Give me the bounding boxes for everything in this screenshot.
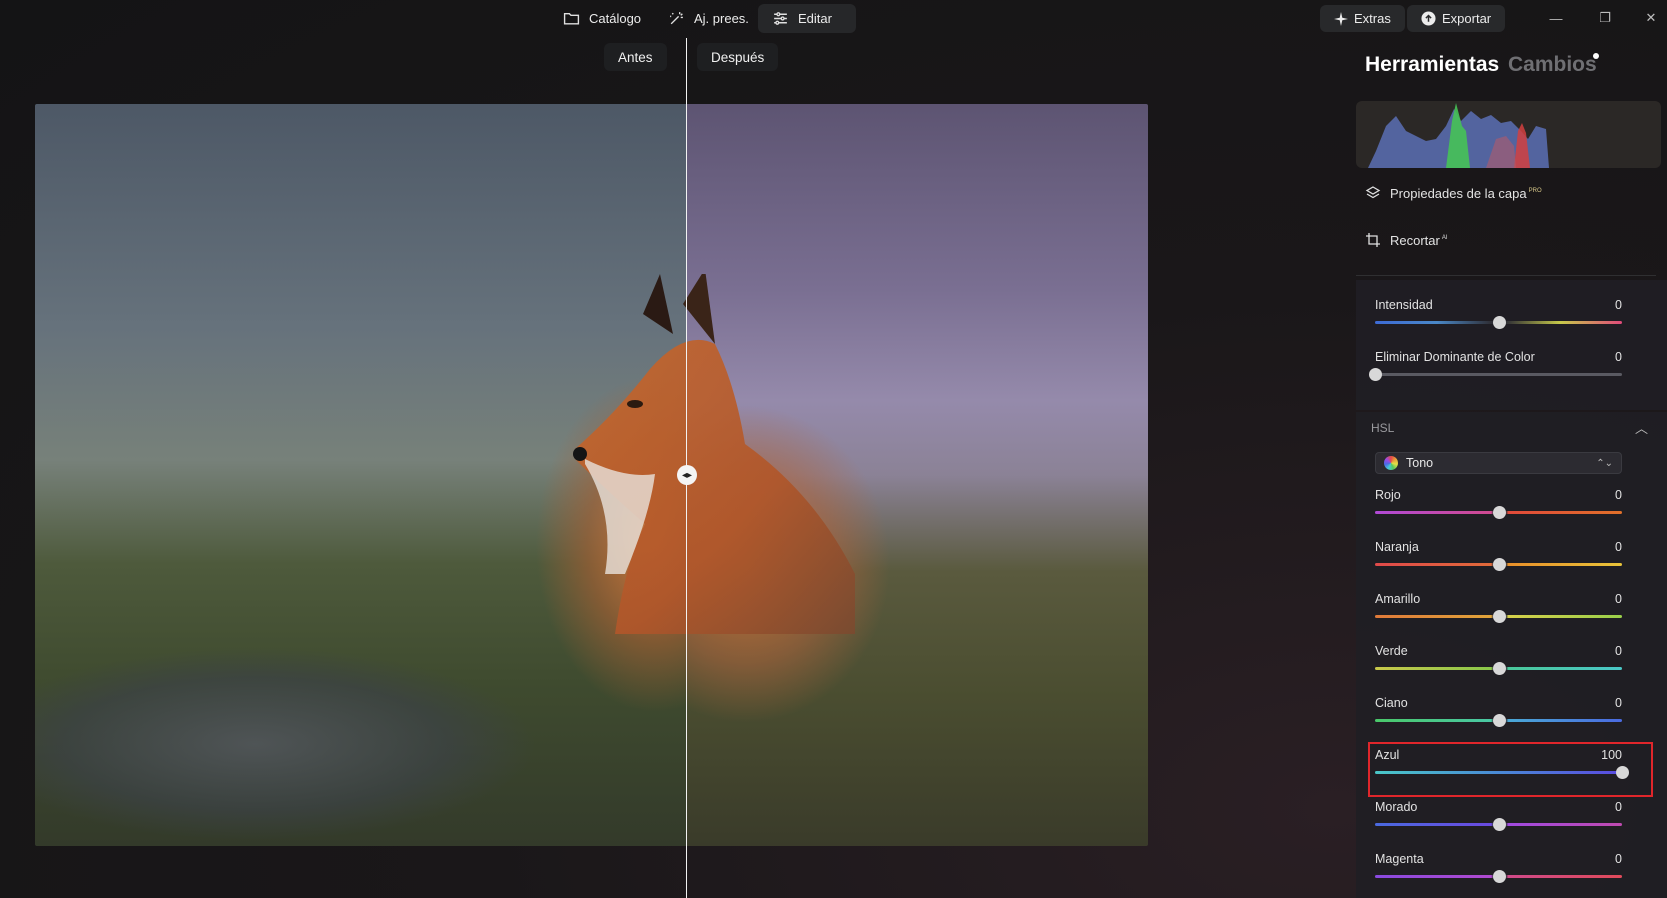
nav-catalog-label: Catálogo <box>589 11 642 26</box>
nav-presets-label: Aj. prees. <box>694 11 749 26</box>
slider-yellow[interactable]: Amarillo 0 <box>1375 592 1622 634</box>
photo-canvas[interactable] <box>35 104 1148 846</box>
slider-label: Azul <box>1375 748 1400 762</box>
slider-thumb[interactable] <box>1492 316 1506 329</box>
slider-thumb[interactable] <box>1492 506 1506 519</box>
sparkle-icon <box>1334 11 1348 26</box>
slider-label: Amarillo <box>1375 592 1421 606</box>
nav-catalog-button[interactable]: Catálogo <box>549 4 655 33</box>
slider-purple[interactable]: Morado 0 <box>1375 800 1622 842</box>
layer-properties-label: Propiedades de la capa PRO <box>1390 185 1542 201</box>
slider-intensity[interactable]: Intensidad 0 <box>1375 298 1622 340</box>
nav-edit-label: Editar <box>798 11 832 26</box>
tab-tools[interactable]: Herramientas <box>1365 53 1499 77</box>
fox-subject <box>573 274 855 634</box>
slider-value: 0 <box>1615 488 1622 502</box>
slider-label: Ciano <box>1375 696 1408 710</box>
slider-remove-color-cast[interactable]: Eliminar Dominante de Color 0 <box>1369 350 1622 392</box>
pro-badge: PRO <box>1528 188 1542 195</box>
sliders-icon <box>774 12 787 25</box>
slider-thumb[interactable] <box>1492 714 1506 727</box>
slider-thumb[interactable] <box>1369 368 1382 381</box>
slider-value: 0 <box>1615 592 1622 606</box>
slider-thumb[interactable] <box>1616 766 1629 779</box>
slider-label: Intensidad <box>1375 298 1433 312</box>
histogram <box>1356 101 1661 168</box>
magic-wand-icon <box>670 12 683 25</box>
slider-label: Rojo <box>1375 488 1401 502</box>
slider-red[interactable]: Rojo 0 <box>1375 488 1622 530</box>
slider-blue[interactable]: Azul 100 <box>1375 748 1629 790</box>
hsl-mode-value: Tono <box>1406 456 1434 470</box>
tools-panel: Herramientas Cambios Propiedades de la c… <box>1348 0 1667 898</box>
crop-item[interactable]: Recortar AI <box>1365 232 1448 248</box>
slider-label: Morado <box>1375 800 1418 814</box>
slider-magenta[interactable]: Magenta 0 <box>1375 852 1622 894</box>
slider-value: 0 <box>1615 540 1622 554</box>
color-wheel-icon <box>1384 456 1398 470</box>
before-label: Antes <box>604 43 667 71</box>
slider-thumb[interactable] <box>1492 558 1506 571</box>
folder-icon <box>563 13 580 25</box>
slider-thumb[interactable] <box>1492 662 1506 675</box>
slider-orange[interactable]: Naranja 0 <box>1375 540 1622 582</box>
slider-thumb[interactable] <box>1492 610 1506 623</box>
slider-label: Naranja <box>1375 540 1419 554</box>
hsl-mode-select[interactable]: Tono ⌃⌄ <box>1375 452 1622 474</box>
hsl-header[interactable]: HSL <box>1371 421 1394 435</box>
slider-value: 0 <box>1615 696 1622 710</box>
slider-value: 0 <box>1615 852 1622 866</box>
after-label: Después <box>697 43 779 71</box>
slider-label: Verde <box>1375 644 1408 658</box>
crop-label: Recortar AI <box>1390 232 1448 248</box>
slider-track[interactable] <box>1375 771 1622 774</box>
slider-thumb[interactable] <box>1492 870 1506 883</box>
slider-green[interactable]: Verde 0 <box>1375 644 1622 686</box>
slider-value: 0 <box>1615 350 1622 364</box>
ai-badge: AI <box>1441 235 1448 242</box>
slider-thumb[interactable] <box>1492 818 1506 831</box>
compare-handle-icon[interactable]: ◂▸ <box>677 465 697 485</box>
slider-value: 100 <box>1601 748 1622 762</box>
slider-value: 0 <box>1615 298 1622 312</box>
nav-presets-button[interactable]: Aj. prees. <box>654 4 763 33</box>
select-arrows-icon: ⌃⌄ <box>1596 457 1613 469</box>
slider-track[interactable] <box>1375 373 1622 376</box>
slider-cyan[interactable]: Ciano 0 <box>1375 696 1622 738</box>
slider-value: 0 <box>1615 800 1622 814</box>
slider-value: 0 <box>1615 644 1622 658</box>
layer-properties-item[interactable]: Propiedades de la capa PRO <box>1365 185 1542 201</box>
slider-label: Eliminar Dominante de Color <box>1375 350 1535 364</box>
tab-changes[interactable]: Cambios <box>1508 53 1597 77</box>
nav-edit-button[interactable]: Editar <box>758 4 856 33</box>
changes-indicator-dot <box>1593 53 1599 59</box>
slider-label: Magenta <box>1375 852 1424 866</box>
crop-icon <box>1366 233 1380 247</box>
layers-icon <box>1365 186 1381 199</box>
divider <box>1356 275 1656 276</box>
chevron-up-icon[interactable]: ︿ <box>1635 418 1648 437</box>
